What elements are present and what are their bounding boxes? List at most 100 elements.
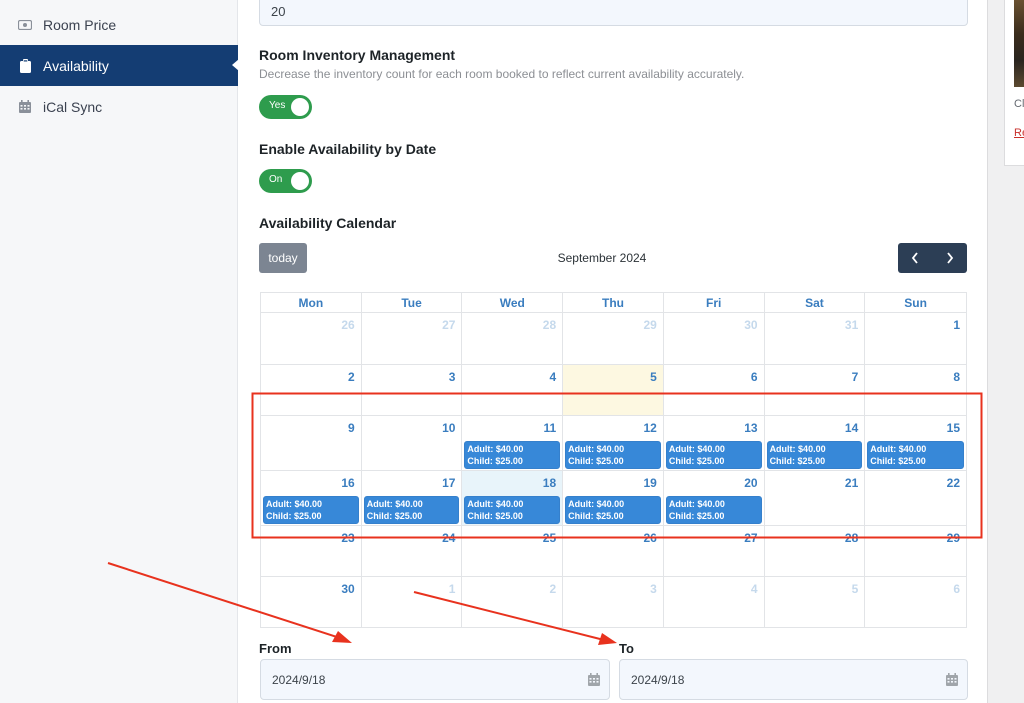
prev-month-button[interactable] — [898, 243, 933, 273]
calendar-day-cell[interactable]: 5 — [765, 577, 866, 627]
calendar-day-cell[interactable]: 29 — [865, 526, 966, 576]
price-event[interactable]: Adult: $40.00 Child: $25.00 — [665, 441, 762, 469]
day-number: 1 — [448, 582, 456, 596]
weekday-header: Tue — [362, 293, 463, 313]
calendar-day-cell[interactable]: 28 — [462, 313, 564, 364]
price-event[interactable]: Adult: $40.00 Child: $25.00 — [665, 496, 762, 524]
calendar-day-cell[interactable]: 12 Adult: $40.00 Child: $25.00 — [563, 416, 664, 470]
calendar-day-cell[interactable]: 6 — [664, 365, 765, 415]
calendar-day-cell[interactable]: 1 — [865, 313, 966, 364]
child-price: Child: $25.00 — [668, 511, 725, 521]
to-date-value: 2024/9/18 — [631, 672, 685, 687]
day-number: 7 — [851, 370, 859, 384]
chevron-left-icon — [912, 252, 918, 264]
calendar-day-cell[interactable]: 4 — [462, 365, 564, 415]
day-number: 2 — [348, 370, 355, 384]
calendar-day-cell[interactable]: 30 — [664, 313, 765, 364]
toggle-knob — [291, 98, 309, 116]
calendar-week-row: 2 3 4 5 6 7 8 — [261, 364, 966, 415]
chevron-right-icon — [947, 252, 953, 264]
day-number: 13 — [744, 421, 758, 435]
calendar-day-cell[interactable]: 24 — [362, 526, 463, 576]
price-event[interactable]: Adult: $40.00 Child: $25.00 — [867, 441, 964, 469]
today-button[interactable]: today — [259, 243, 307, 273]
day-number: 22 — [946, 476, 960, 490]
day-number: 25 — [542, 531, 557, 545]
sidebar-item-label: Room Price — [43, 16, 117, 33]
calendar-day-cell[interactable]: 3 — [563, 577, 664, 627]
availability-by-date-title: Enable Availability by Date — [259, 141, 437, 157]
sidebar-item-room-price[interactable]: Room Price — [0, 4, 238, 45]
calendar-day-cell[interactable]: 29 — [563, 313, 664, 364]
calendar-day-cell[interactable]: 17 Adult: $40.00 Child: $25.00 — [362, 471, 463, 525]
next-month-button[interactable] — [933, 243, 968, 273]
calendar-day-cell[interactable]: 15 Adult: $40.00 Child: $25.00 — [865, 416, 966, 470]
inventory-description: Decrease the inventory count for each ro… — [259, 67, 745, 81]
inventory-count-input[interactable]: 20 — [259, 0, 968, 26]
calendar-week-row: 26 27 28 29 30 31 1 — [261, 313, 966, 364]
calendar-day-cell[interactable]: 16 Adult: $40.00 Child: $25.00 — [261, 471, 362, 525]
sidebar-item-ical-sync[interactable]: iCal Sync — [0, 86, 238, 127]
calendar-day-cell[interactable]: 31 — [765, 313, 866, 364]
calendar-day-cell[interactable]: 19 Adult: $40.00 Child: $25.00 — [563, 471, 664, 525]
calendar-day-cell[interactable]: 11 Adult: $40.00 Child: $25.00 — [462, 416, 564, 470]
calendar-day-cell[interactable]: 7 — [765, 365, 866, 415]
calendar-week-row: 23 24 25 26 27 28 29 — [261, 525, 966, 576]
day-number: 30 — [341, 582, 355, 596]
calendar-weekday-header: Mon Tue Wed Thu Fri Sat Sun — [260, 292, 967, 313]
day-number: 18 — [542, 476, 557, 490]
inventory-count-value: 20 — [271, 3, 286, 19]
from-date-input[interactable]: 2024/9/18 — [260, 659, 610, 700]
calendar-day-cell[interactable]: 25 — [462, 526, 564, 576]
price-event[interactable]: Adult: $40.00 Child: $25.00 — [363, 496, 460, 524]
to-date-input[interactable]: 2024/9/18 — [619, 659, 968, 700]
calendar-day-cell[interactable]: 27 — [664, 526, 765, 576]
toggle-knob — [291, 172, 309, 190]
day-number: 23 — [341, 531, 355, 545]
price-event[interactable]: Adult: $40.00 Child: $25.00 — [263, 496, 359, 524]
calendar-month-label: September 2024 — [557, 251, 647, 265]
day-number: 5 — [650, 370, 657, 384]
calendar-day-cell[interactable]: 4 — [664, 577, 765, 627]
calendar-day-cell[interactable]: 6 — [865, 577, 966, 627]
calendar-day-cell[interactable]: 9 — [261, 416, 362, 470]
calendar-day-cell[interactable]: 26 — [563, 526, 664, 576]
calendar-day-cell[interactable]: 26 — [261, 313, 362, 364]
calendar-day-cell[interactable]: 2 — [462, 577, 564, 627]
calendar-day-cell[interactable]: 21 — [765, 471, 866, 525]
price-event[interactable]: Adult: $40.00 Child: $25.00 — [565, 441, 661, 469]
price-event[interactable]: Adult: $40.00 Child: $25.00 — [766, 441, 863, 469]
inventory-toggle[interactable]: Yes — [259, 95, 312, 119]
calendar-day-cell[interactable]: 5 — [563, 365, 664, 415]
calendar-week-row: 30 1 2 3 4 5 6 — [261, 576, 966, 627]
calendar-day-cell[interactable]: 30 — [261, 577, 362, 627]
child-price: Child: $25.00 — [870, 456, 926, 466]
availability-by-date-toggle[interactable]: On — [259, 169, 312, 193]
price-event[interactable]: Adult: $40.00 Child: $25.00 — [464, 441, 561, 469]
calendar-day-cell[interactable]: 23 — [261, 526, 362, 576]
calendar-day-cell[interactable]: 13 Adult: $40.00 Child: $25.00 — [664, 416, 765, 470]
day-number: 16 — [341, 476, 355, 490]
calendar-day-cell[interactable]: 3 — [362, 365, 463, 415]
calendar-day-cell[interactable]: 8 — [865, 365, 966, 415]
calendar-day-cell[interactable]: 27 — [362, 313, 463, 364]
day-number: 27 — [442, 318, 456, 332]
calendar-day-cell[interactable]: 14 Adult: $40.00 Child: $25.00 — [765, 416, 866, 470]
calendar-body: 26 27 28 29 30 31 1 2 3 4 5 6 7 8 9 10 11 Adult: $40.00 Ch… — [260, 312, 967, 628]
right-card-caption: Cl — [1014, 98, 1024, 110]
calendar-day-cell[interactable]: 1 — [362, 577, 463, 627]
price-event[interactable]: Adult: $40.00 Child: $25.00 — [565, 496, 661, 524]
calendar-week-row: 9 10 11 Adult: $40.00 Child: $25.00 12 Adult: … — [261, 415, 966, 470]
calendar-day-cell[interactable]: 18 Adult: $40.00 Child: $25.00 — [462, 471, 564, 525]
calendar-day-cell[interactable]: 10 — [362, 416, 463, 470]
calendar-day-cell[interactable]: 28 — [765, 526, 866, 576]
calendar-day-cell[interactable]: 2 — [261, 365, 362, 415]
price-event[interactable]: Adult: $40.00 Child: $25.00 — [464, 496, 561, 524]
sidebar-item-availability[interactable]: Availability — [0, 45, 239, 86]
calendar-day-cell[interactable]: 22 — [865, 471, 966, 525]
calendar-day-cell[interactable]: 20 Adult: $40.00 Child: $25.00 — [664, 471, 765, 525]
from-label: From — [259, 641, 292, 656]
right-card-link[interactable]: Re — [1014, 127, 1024, 139]
adult-price: Adult: $40.00 — [467, 499, 524, 509]
child-price: Child: $25.00 — [668, 456, 725, 466]
